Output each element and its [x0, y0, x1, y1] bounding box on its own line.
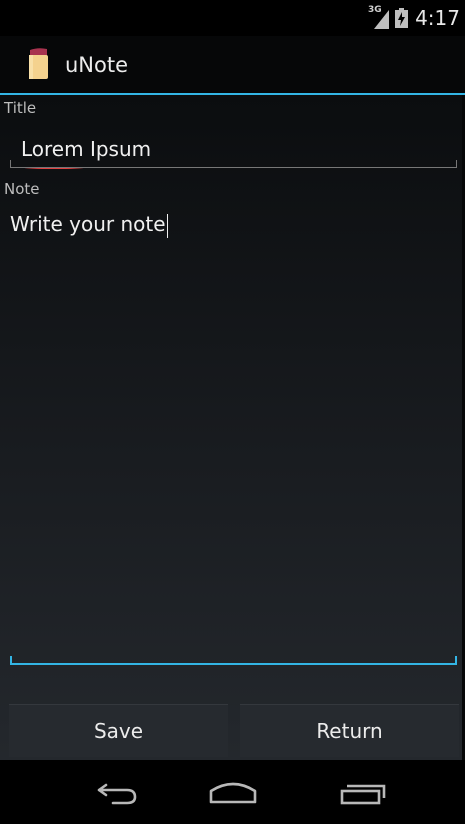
note-input-left-edge: [10, 656, 12, 665]
status-bar: 3G 4:17: [0, 0, 465, 36]
save-button[interactable]: Save: [9, 704, 228, 757]
title-input-left-edge: [10, 160, 11, 168]
title-label: Title: [4, 99, 37, 117]
title-input-underline: [10, 167, 457, 168]
return-button[interactable]: Return: [240, 704, 459, 757]
navigation-bar: [0, 760, 465, 824]
text-cursor: [166, 213, 168, 238]
back-icon[interactable]: [79, 760, 159, 824]
note-input-underline: [10, 663, 457, 665]
note-input-row: Write your note: [10, 212, 168, 238]
status-time: 4:17: [415, 6, 460, 30]
network-signal-icon: 3G: [368, 5, 390, 30]
note-label: Note: [4, 180, 40, 198]
screen: 3G 4:17 uNote Title Lorem Ipsum Note Wri…: [0, 0, 465, 824]
note-editor: Title Lorem Ipsum Note Write your note: [0, 95, 465, 760]
note-input-value: Write your note: [10, 212, 166, 236]
battery-icon: [395, 8, 408, 28]
note-app-icon[interactable]: [27, 46, 49, 80]
app-title: uNote: [65, 53, 129, 77]
recent-apps-icon[interactable]: [323, 760, 403, 824]
title-input-right-edge: [456, 160, 457, 168]
note-input[interactable]: Write your note: [10, 203, 457, 667]
note-input-right-edge: [455, 656, 457, 665]
title-input[interactable]: Lorem Ipsum: [10, 131, 457, 169]
home-icon[interactable]: [193, 760, 273, 824]
title-input-value: Lorem Ipsum: [21, 137, 152, 161]
